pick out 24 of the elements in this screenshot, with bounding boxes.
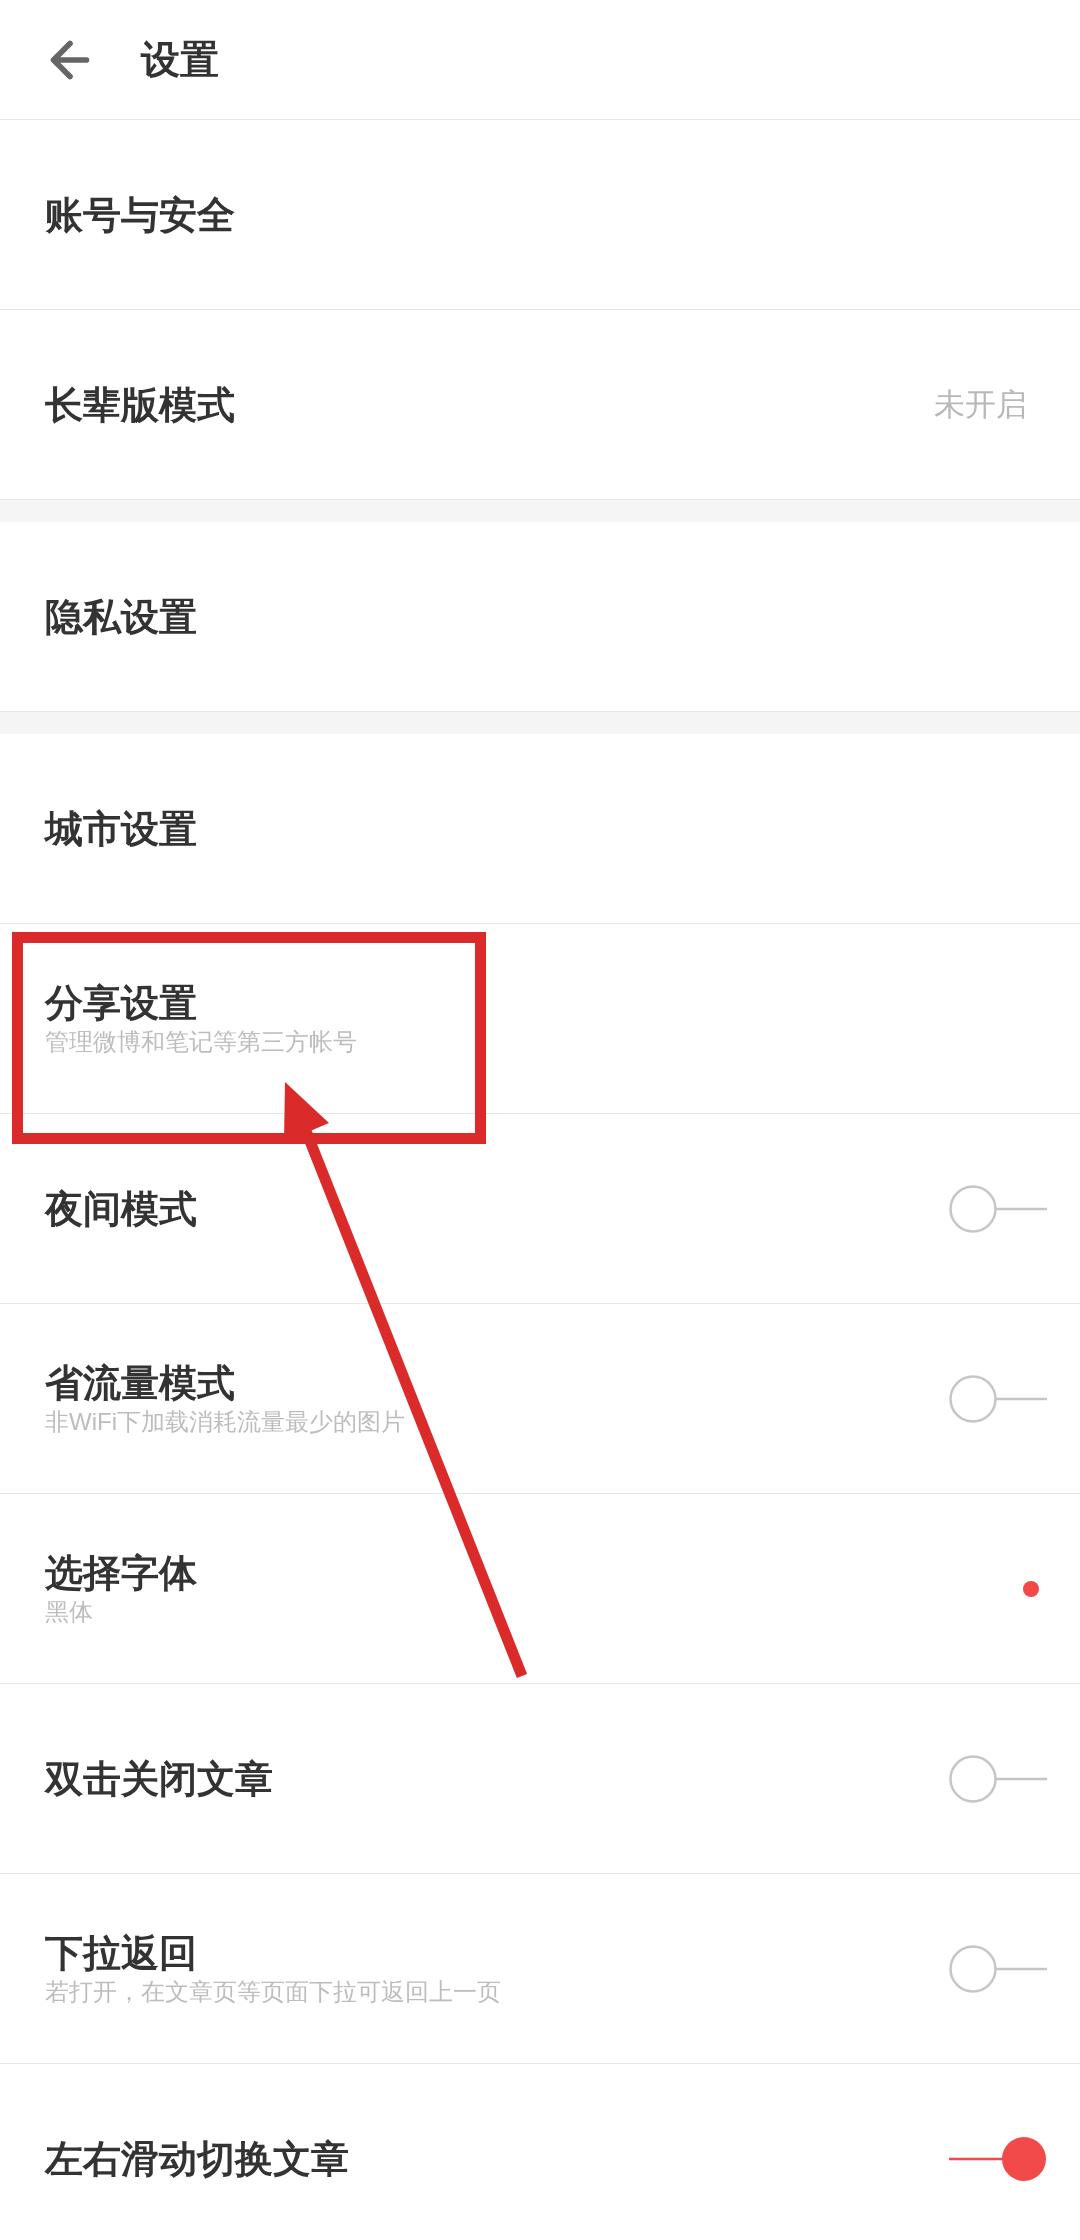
setting-description: 管理微博和笔记等第三方帐号	[45, 1026, 357, 1057]
setting-label: 夜间模式	[45, 1186, 197, 1232]
setting-label: 省流量模式	[45, 1360, 236, 1406]
back-arrow-icon[interactable]	[50, 39, 90, 80]
setting-label[interactable]: 城市设置	[45, 805, 197, 852]
setting-label: 双击关闭文章	[45, 1756, 273, 1802]
toggle-switch[interactable]	[949, 1944, 1047, 1993]
setting-label: 左右滑动切换文章	[45, 2136, 349, 2182]
toggle-switch[interactable]	[949, 2134, 1047, 2183]
toggle-switch[interactable]	[949, 1754, 1047, 1803]
setting-description: 黑体	[45, 1596, 94, 1627]
setting-label[interactable]: 长辈版模式	[45, 381, 235, 428]
toggle-switch[interactable]	[949, 1374, 1047, 1423]
setting-value: 未开启	[934, 385, 1027, 424]
setting-label[interactable]: 隐私设置	[45, 593, 197, 640]
setting-label[interactable]: 账号与安全	[45, 191, 235, 238]
new-indicator-icon	[1023, 1580, 1039, 1597]
setting-label[interactable]: 分享设置	[45, 979, 357, 1026]
setting-label: 下拉返回	[45, 1930, 198, 1976]
setting-description: 非WiFi下加载消耗流量最少的图片	[45, 1406, 405, 1437]
page-title: 设置	[141, 36, 219, 83]
toggle-switch[interactable]	[949, 1184, 1047, 1233]
setting-description: 若打开，在文章页等页面下拉可返回上一页	[45, 1976, 501, 2007]
setting-label[interactable]: 选择字体	[45, 1549, 197, 1596]
